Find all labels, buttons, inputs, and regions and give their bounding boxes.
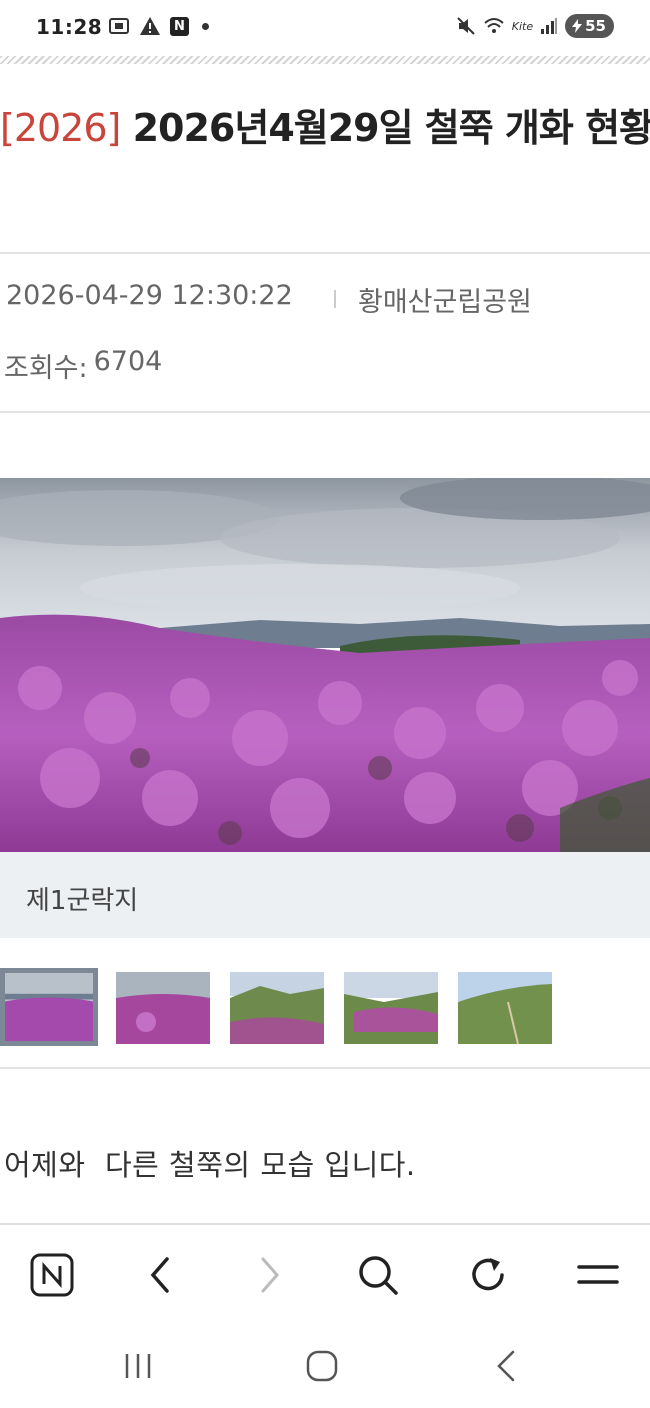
wifi-icon	[483, 16, 505, 36]
view-count: 조회수: 6704	[4, 346, 162, 385]
divider	[0, 411, 650, 413]
photo-caption-bar: 제1군락지	[0, 852, 650, 938]
back-icon[interactable]	[132, 1247, 188, 1303]
status-divider	[0, 56, 650, 64]
divider	[0, 252, 650, 254]
warning-icon	[139, 16, 161, 36]
network-label: Kite	[511, 19, 534, 33]
forward-icon[interactable]	[242, 1247, 298, 1303]
article-title-text: 2026년4월29일 철쭉 개화 현황	[132, 106, 650, 150]
menu-icon[interactable]	[570, 1247, 626, 1303]
thumbnail-1[interactable]	[0, 968, 98, 1046]
thumbnail-3[interactable]	[230, 972, 324, 1044]
meta-separator	[334, 290, 336, 308]
naver-home-icon[interactable]	[24, 1247, 80, 1303]
mute-icon	[456, 16, 476, 36]
back-nav-icon[interactable]	[476, 1341, 536, 1391]
article-title: [2026] 2026년4월29일 철쭉 개화 현황	[0, 96, 650, 160]
browser-toolbar	[0, 1223, 650, 1323]
signal-icon	[540, 17, 558, 35]
post-date: 2026-04-29 12:30:22	[6, 280, 293, 311]
article-body: 어제와 다른 철쭉의 모습 입니다.	[4, 1148, 416, 1182]
article-tag: [2026]	[0, 106, 121, 150]
thumbnail-strip	[0, 968, 650, 1048]
battery-level: 55	[585, 17, 606, 35]
status-time: 11:28	[36, 15, 103, 39]
status-left-icons: N	[108, 16, 209, 36]
thumbnail-5[interactable]	[458, 972, 552, 1044]
view-count-value: 6704	[93, 346, 163, 377]
post-author: 황매산군립공원	[358, 287, 532, 318]
status-right-icons: Kite 55	[456, 14, 614, 38]
recent-apps-icon[interactable]	[108, 1341, 168, 1391]
screenshot-icon	[108, 16, 130, 36]
refresh-icon[interactable]	[460, 1247, 516, 1303]
status-bar: 11:28 N Kite 55	[0, 0, 650, 56]
battery-icon: 55	[565, 14, 614, 38]
main-photo[interactable]	[0, 478, 650, 852]
n-app-icon: N	[170, 16, 189, 36]
article-title-container: [2026] 2026년4월29일 철쭉 개화 현황	[0, 96, 650, 226]
notification-dot-icon	[202, 22, 209, 30]
search-icon[interactable]	[350, 1247, 406, 1303]
thumbnail-4[interactable]	[344, 972, 438, 1044]
home-icon[interactable]	[292, 1341, 352, 1391]
divider	[0, 1067, 650, 1069]
thumbnail-2[interactable]	[116, 972, 210, 1044]
photo-caption: 제1군락지	[26, 886, 139, 916]
view-count-label: 조회수:	[4, 353, 88, 384]
system-navigation-bar	[0, 1323, 650, 1408]
